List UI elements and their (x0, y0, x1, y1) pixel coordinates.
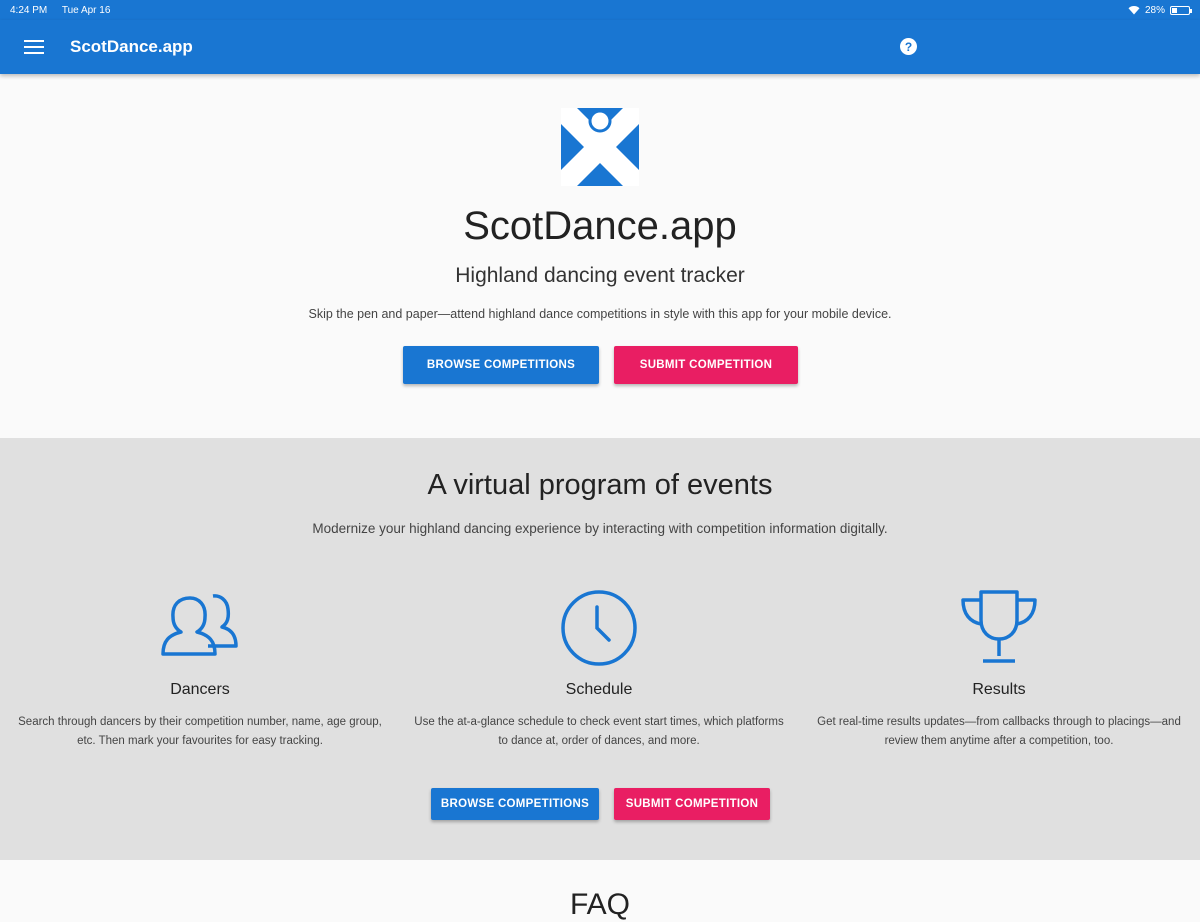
hero-subtitle: Highland dancing event tracker (455, 264, 745, 287)
feature-schedule-text: Use the at-a-glance schedule to check ev… (414, 716, 784, 747)
feature-results-text: Get real-time results updates—from callb… (817, 716, 1181, 747)
features-description: Modernize your highland dancing experien… (312, 521, 888, 536)
app-title: ScotDance.app (70, 37, 193, 56)
battery-percent: 28% (1144, 4, 1165, 16)
trophy-icon (961, 590, 1037, 663)
people-icon (161, 594, 238, 656)
hero-description: Skip the pen and paper—attend highland d… (308, 307, 892, 321)
faq-title: FAQ (569, 888, 630, 921)
saltire-dancer-logo (561, 108, 639, 186)
faq-section: FAQ (0, 860, 1200, 921)
feature-dancers: Dancers Search through dancers by their … (5, 588, 395, 751)
app-bar: ScotDance.app ? (0, 20, 1200, 74)
status-date: Tue Apr 16 (61, 4, 111, 16)
feature-dancers-title: Dancers (170, 681, 230, 698)
feature-results: Results Get real-time results updates—fr… (804, 588, 1194, 751)
hero-title: ScotDance.app (463, 204, 737, 248)
status-time: 4:24 PM (10, 4, 48, 16)
status-bar: 4:24 PM Tue Apr 16 28% (0, 0, 1200, 20)
features-section: A virtual program of events Modernize yo… (0, 438, 1200, 860)
submit-competition-button[interactable]: Submit Competition (614, 346, 798, 384)
feature-schedule-title: Schedule (565, 681, 633, 698)
battery-icon (1170, 5, 1192, 15)
feature-results-title: Results (972, 681, 1026, 698)
feature-dancers-text: Search through dancers by their competit… (18, 716, 382, 747)
feature-schedule: Schedule Use the at-a-glance schedule to… (404, 588, 794, 751)
help-icon[interactable]: ? (900, 38, 917, 55)
browse-competitions-button[interactable]: Browse Competitions (403, 346, 599, 384)
features-title: A virtual program of events (427, 469, 773, 501)
features-submit-competition-button[interactable]: Submit Competition (614, 788, 770, 820)
clock-icon (561, 590, 637, 666)
features-browse-competitions-button[interactable]: Browse Competitions (431, 788, 599, 820)
menu-icon[interactable] (24, 40, 44, 54)
hero-section: ScotDance.app Highland dancing event tra… (0, 74, 1200, 438)
wifi-icon (1128, 6, 1140, 15)
